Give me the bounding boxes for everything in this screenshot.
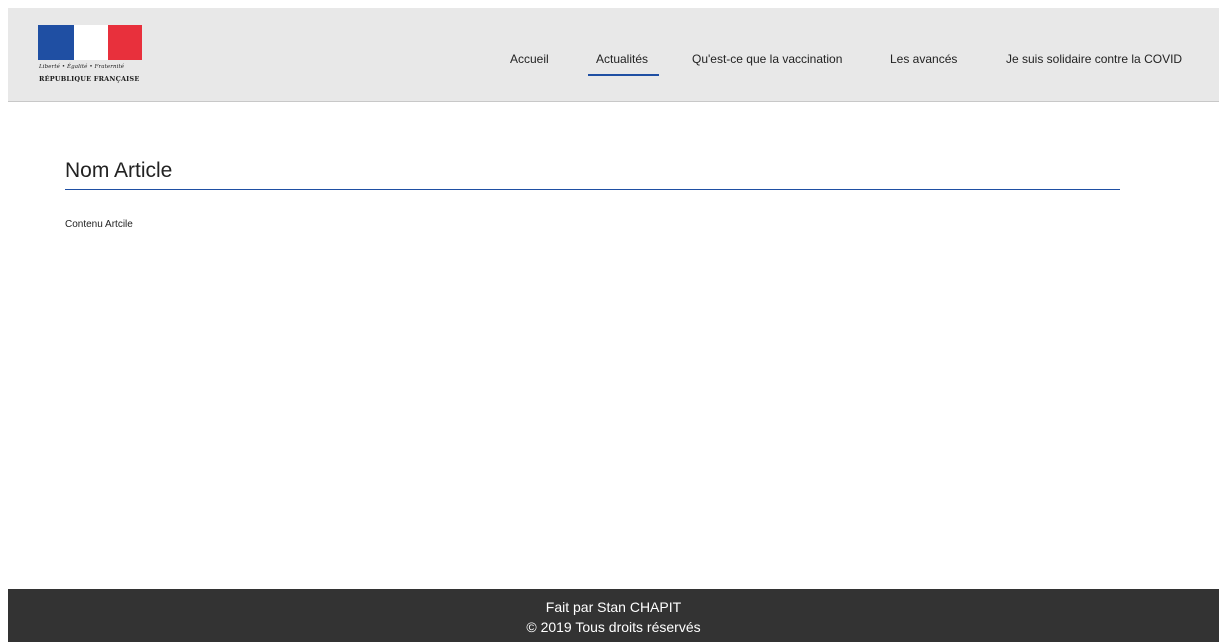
article-title: Nom Article — [65, 159, 173, 182]
title-divider — [65, 189, 1120, 190]
nav-item-solidaire[interactable]: Je suis solidaire contre la COVID — [1006, 52, 1182, 66]
nav-item-accueil[interactable]: Accueil — [510, 52, 549, 66]
nav-item-avances[interactable]: Les avancés — [890, 52, 957, 66]
footer-credit: Fait par Stan CHAPIT — [545, 599, 682, 615]
nav-active-indicator — [588, 74, 659, 76]
main-nav: Accueil Actualités Qu'est-ce que la vacc… — [8, 8, 1219, 102]
article-content: Contenu Artcile — [65, 219, 133, 230]
nav-item-actualites[interactable]: Actualités — [596, 52, 648, 66]
page: Liberté • Égalité • Fraternité RÉPUBLIQU… — [0, 0, 1219, 642]
footer-copyright: © 2019 Tous droits réservés — [526, 619, 701, 635]
site-header: Liberté • Égalité • Fraternité RÉPUBLIQU… — [8, 8, 1219, 102]
nav-item-vaccination[interactable]: Qu'est-ce que la vaccination — [692, 52, 842, 66]
site-footer: Fait par Stan CHAPIT © 2019 Tous droits … — [8, 589, 1219, 642]
